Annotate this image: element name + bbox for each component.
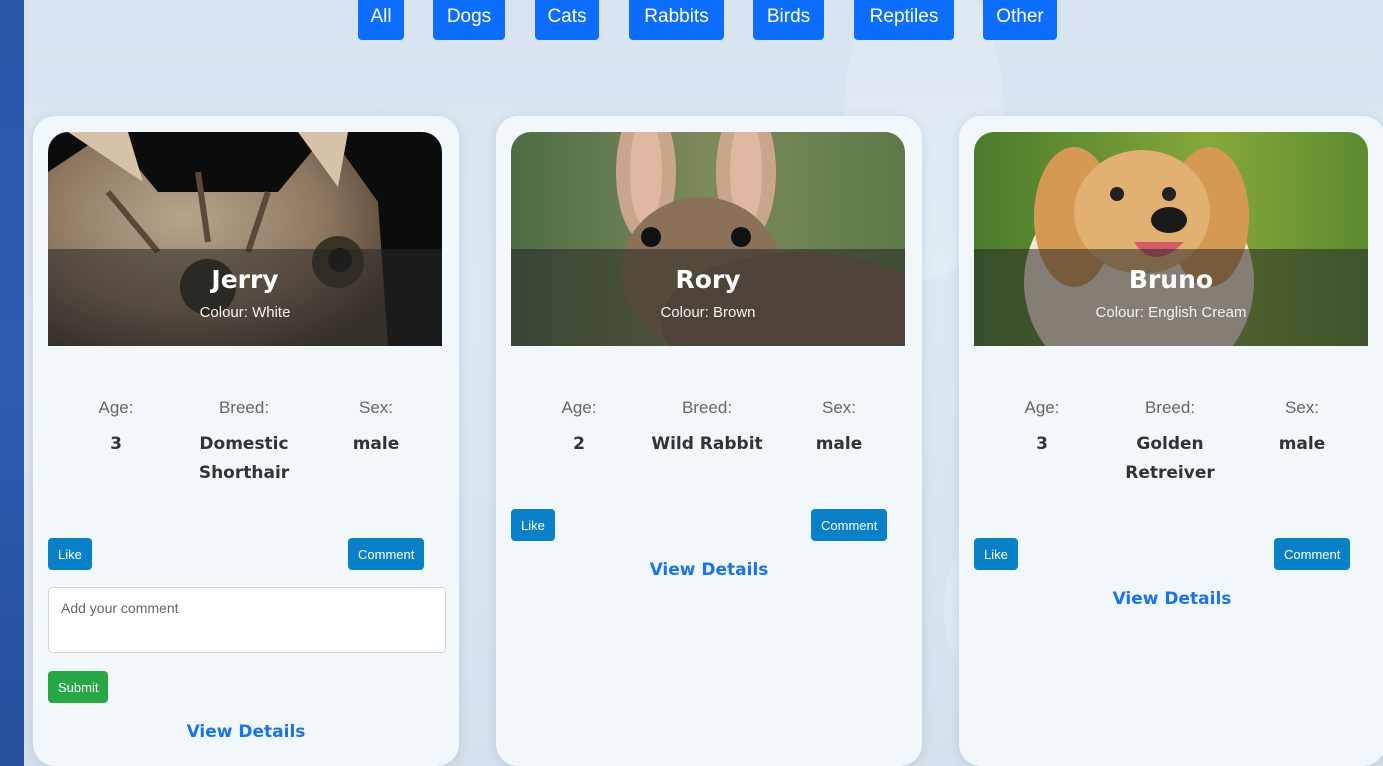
breed-value-line: Domestic — [199, 434, 289, 454]
breed-value: Domestic Shorthair — [174, 430, 314, 488]
page-frame-left — [0, 0, 24, 766]
comment-button[interactable]: Comment — [811, 509, 888, 541]
filter-dogs-button[interactable]: Dogs — [433, 0, 505, 40]
breed-value-line: Shorthair — [198, 463, 290, 483]
sex-value: male — [1278, 434, 1326, 454]
age-value: 3 — [1036, 434, 1048, 454]
pet-colour: Colour: Brown — [660, 304, 756, 321]
like-button[interactable]: Like — [48, 538, 92, 570]
pet-photo: Bruno Colour: English Cream — [974, 132, 1368, 346]
breed-label: Breed: — [218, 398, 270, 417]
age-label: Age: — [1024, 398, 1060, 417]
submit-comment-button[interactable]: Submit — [48, 671, 109, 703]
age-label: Age: — [561, 398, 597, 417]
pet-colour: Colour: White — [199, 304, 291, 321]
age-value: 2 — [573, 434, 585, 454]
comment-button[interactable]: Comment — [1274, 538, 1351, 570]
pet-photo: Jerry Colour: White — [48, 132, 442, 346]
pet-gallery-page: All Dogs Cats Rabbits Birds Reptiles Oth… — [24, 0, 1383, 766]
comment-button[interactable]: Comment — [348, 538, 425, 570]
pet-name: Jerry — [211, 265, 279, 294]
pet-photo-caption: Bruno Colour: English Cream — [974, 249, 1368, 346]
sex-label: Sex: — [821, 398, 857, 417]
view-details-link[interactable]: View Details — [496, 560, 922, 580]
breed-label: Breed: — [681, 398, 733, 417]
like-button[interactable]: Like — [974, 538, 1018, 570]
age-label: Age: — [98, 398, 134, 417]
pet-colour: Colour: English Cream — [1095, 304, 1247, 321]
pet-card-rory: Rory Colour: Brown Age: 2 Breed: Wild Ra… — [496, 116, 922, 766]
breed-value: Golden Retreiver — [1100, 430, 1240, 488]
pet-sex: Sex: male — [1262, 398, 1342, 459]
category-filter-bar: All Dogs Cats Rabbits Birds Reptiles Oth… — [24, 0, 1383, 42]
pet-name: Rory — [675, 265, 741, 294]
breed-value: Wild Rabbit — [651, 434, 763, 454]
pet-age: Age: 2 — [539, 398, 619, 459]
pet-card-jerry: Jerry Colour: White Age: 3 Breed: Domest… — [33, 116, 459, 766]
filter-all-button[interactable]: All — [358, 0, 404, 40]
pet-photo-caption: Rory Colour: Brown — [511, 249, 905, 346]
breed-value-line: Golden — [1136, 434, 1204, 454]
filter-rabbits-button[interactable]: Rabbits — [629, 0, 724, 40]
sex-label: Sex: — [358, 398, 394, 417]
pet-breed: Breed: Domestic Shorthair — [174, 398, 314, 488]
filter-other-button[interactable]: Other — [983, 0, 1057, 40]
pet-photo-caption: Jerry Colour: White — [48, 249, 442, 346]
breed-label: Breed: — [1144, 398, 1196, 417]
breed-value-line: Retreiver — [1125, 463, 1215, 483]
pet-photo: Rory Colour: Brown — [511, 132, 905, 346]
pet-breed: Breed: Wild Rabbit — [637, 398, 777, 459]
view-details-link[interactable]: View Details — [959, 589, 1383, 609]
pet-sex: Sex: male — [799, 398, 879, 459]
comment-input[interactable] — [48, 587, 446, 653]
sex-value: male — [815, 434, 863, 454]
pet-name: Bruno — [1128, 265, 1214, 294]
pet-age: Age: 3 — [1002, 398, 1082, 459]
pet-age: Age: 3 — [76, 398, 156, 459]
sex-value: male — [352, 434, 400, 454]
filter-birds-button[interactable]: Birds — [753, 0, 824, 40]
age-value: 3 — [110, 434, 122, 454]
filter-cats-button[interactable]: Cats — [535, 0, 599, 40]
view-details-link[interactable]: View Details — [33, 722, 459, 742]
sex-label: Sex: — [1284, 398, 1320, 417]
pet-card-bruno: Bruno Colour: English Cream Age: 3 Breed… — [959, 116, 1383, 766]
pet-breed: Breed: Golden Retreiver — [1100, 398, 1240, 488]
like-button[interactable]: Like — [511, 509, 555, 541]
pet-sex: Sex: male — [336, 398, 416, 459]
filter-reptiles-button[interactable]: Reptiles — [854, 0, 954, 40]
